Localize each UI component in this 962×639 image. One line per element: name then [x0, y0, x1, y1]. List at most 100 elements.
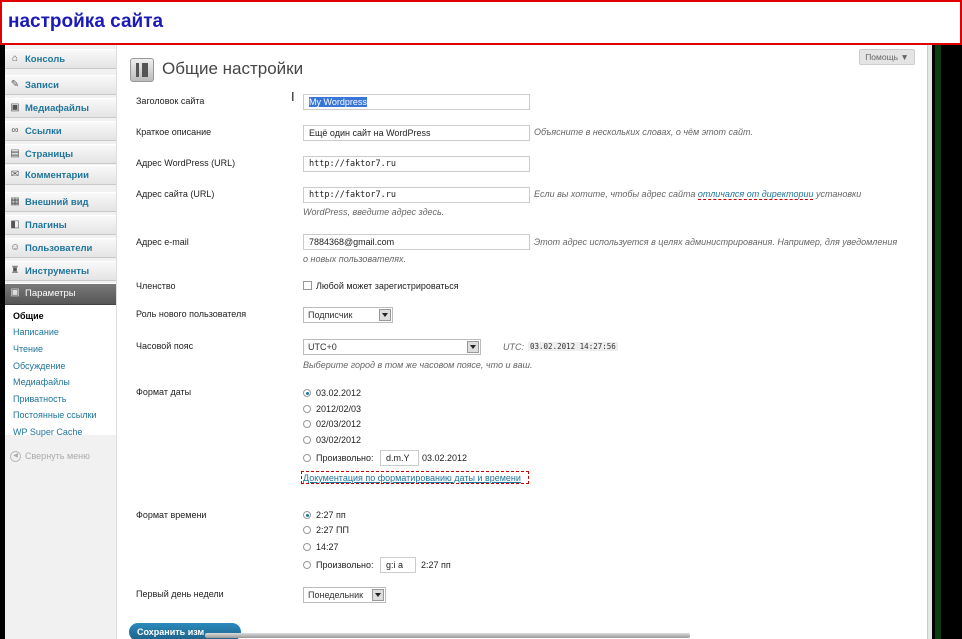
default-role-select[interactable]: Подписчик	[303, 307, 393, 323]
email-input[interactable]: 7884368@gmail.com	[303, 234, 530, 250]
sidebar-item-label: Ссылки	[25, 126, 62, 137]
sidebar-item-appearance[interactable]: ▦ Внешний вид	[5, 192, 116, 212]
sidebar-item-label: Консоль	[25, 54, 66, 65]
date-format-radio-3[interactable]	[303, 420, 311, 428]
date-format-custom-label: Произвольно:	[316, 453, 374, 463]
sidebar-item-label: Пользователи	[25, 243, 93, 254]
sidebar-item-media[interactable]: ▣ Медиафайлы	[5, 98, 116, 118]
time-format-option-2: 2:27 ПП	[316, 525, 349, 535]
date-format-option-2: 2012/02/03	[316, 404, 362, 414]
help-button[interactable]: Помощь ▼	[859, 49, 915, 65]
tagline-input[interactable]: Ещё один сайт на WordPress	[303, 125, 530, 141]
sidebar-item-label: Комментарии	[25, 170, 89, 181]
site-title-label: Заголовок сайта	[136, 96, 205, 106]
time-format-custom-label: Произвольно:	[316, 560, 374, 570]
sidebar-item-label: Страницы	[25, 149, 74, 160]
settings-icon: ▣	[10, 287, 20, 298]
date-format-option-3: 02/03/2012	[316, 419, 362, 429]
comment-icon: ✉	[10, 169, 20, 180]
timezone-description: Выберите город в том же часовом поясе, ч…	[303, 360, 533, 370]
timezone-select[interactable]: UTC+0	[303, 339, 481, 355]
submenu-permalinks[interactable]: Постоянные ссылки	[13, 410, 96, 420]
submenu-reading[interactable]: Чтение	[13, 344, 43, 354]
date-format-radio-custom[interactable]	[303, 454, 311, 462]
sidebar-item-label: Инструменты	[25, 266, 90, 277]
page-title: Общие настройки	[162, 59, 304, 78]
time-format-option-3: 14:27	[316, 542, 339, 552]
membership-checkbox[interactable]	[303, 281, 312, 290]
site-url-desc-part1: Если вы хотите, чтобы адрес сайта	[534, 189, 696, 199]
sidebar-item-label: Внешний вид	[25, 197, 89, 208]
time-format-custom-input[interactable]: g:i a	[380, 557, 416, 573]
banner-title: настройка сайта	[8, 11, 164, 32]
appearance-icon: ▦	[10, 196, 20, 207]
site-url-desc-part2: установки	[816, 189, 862, 199]
admin-sidebar: ⌂ Консоль ✎ Записи ▣ Медиафайлы ∞ Ссылки ▤ Ст…	[5, 45, 117, 639]
time-format-radio-3[interactable]	[303, 543, 311, 551]
time-format-custom-preview: 2:27 пп	[421, 560, 451, 570]
page-icon: ▤	[10, 148, 20, 159]
site-url-input[interactable]: http://faktor7.ru	[303, 187, 530, 203]
sidebar-item-tools[interactable]: ♜ Инструменты	[5, 261, 116, 281]
submenu-media[interactable]: Медиафайлы	[13, 377, 70, 387]
sidebar-item-pages[interactable]: ▤ Страницы	[5, 144, 116, 164]
wp-admin-screen: ⌂ Консоль ✎ Записи ▣ Медиафайлы ∞ Ссылки ▤ Ст…	[5, 45, 932, 639]
submenu-privacy[interactable]: Приватность	[13, 394, 66, 404]
date-format-radio-4[interactable]	[303, 436, 311, 444]
collapse-menu-label: Свернуть меню	[25, 451, 90, 461]
utc-time: 03.02.2012 14:27:56	[528, 342, 618, 351]
timezone-label: Часовой пояс	[136, 341, 194, 351]
membership-checkbox-label: Любой может зарегистрироваться	[316, 281, 459, 291]
pin-icon: ✎	[10, 79, 20, 90]
week-start-label: Первый день недели	[136, 589, 224, 599]
wp-url-label: Адрес WordPress (URL)	[136, 158, 236, 168]
tools-icon: ♜	[10, 265, 20, 276]
time-format-radio-1[interactable]	[303, 511, 311, 519]
horizontal-scrollbar[interactable]	[205, 633, 690, 638]
submenu-discussion[interactable]: Обсуждение	[13, 361, 65, 371]
sidebar-item-plugins[interactable]: ◧ Плагины	[5, 215, 116, 235]
week-start-select[interactable]: Понедельник	[303, 587, 386, 603]
date-format-radio-2[interactable]	[303, 405, 311, 413]
sidebar-item-links[interactable]: ∞ Ссылки	[5, 121, 116, 141]
time-format-radio-custom[interactable]	[303, 561, 311, 569]
time-format-radio-2[interactable]	[303, 526, 311, 534]
site-url-description-line2: WordPress, введите адрес здесь.	[303, 207, 445, 217]
sidebar-item-posts[interactable]: ✎ Записи	[5, 75, 116, 95]
submenu-writing[interactable]: Написание	[13, 327, 59, 337]
sidebar-item-comments[interactable]: ✉ Комментарии	[5, 165, 116, 185]
sidebar-item-label: Медиафайлы	[25, 103, 89, 114]
date-time-docs-link[interactable]: Документация по форматированию даты и вр…	[303, 473, 521, 483]
text-cursor-icon: I	[291, 89, 295, 104]
date-format-custom-input[interactable]: d.m.Y	[380, 450, 419, 466]
plugin-icon: ◧	[10, 219, 20, 230]
wp-url-input[interactable]: http://faktor7.ru	[303, 156, 530, 172]
sidebar-item-label: Записи	[25, 80, 59, 91]
chevron-down-icon	[379, 309, 391, 321]
window-edge-accent	[935, 45, 941, 639]
time-format-label: Формат времени	[136, 510, 207, 520]
membership-label: Членство	[136, 281, 176, 291]
collapse-menu[interactable]: ◀ Свернуть меню	[10, 451, 90, 463]
date-format-custom-preview: 03.02.2012	[422, 453, 468, 463]
banner: настройка сайта	[0, 0, 962, 45]
link-icon: ∞	[11, 125, 19, 136]
sidebar-item-users[interactable]: ☺ Пользователи	[5, 238, 116, 258]
submenu-general[interactable]: Общие	[13, 311, 44, 321]
settings-page-icon	[130, 58, 154, 82]
site-url-desc-link[interactable]: отличался от директории	[697, 189, 814, 200]
email-label: Адрес e-mail	[136, 237, 189, 247]
site-title-input[interactable]: My Wordpress	[303, 94, 530, 110]
sidebar-item-console[interactable]: ⌂ Консоль	[5, 49, 116, 69]
date-format-option-4: 03/02/2012	[316, 435, 362, 445]
chevron-down-icon	[372, 589, 384, 601]
home-icon: ⌂	[11, 53, 19, 64]
submenu-wp-super-cache[interactable]: WP Super Cache	[13, 427, 82, 437]
tagline-description: Объясните в нескольких словах, о чём это…	[534, 127, 753, 137]
date-format-radio-1[interactable]	[303, 389, 311, 397]
email-description: Этот адрес используется в целях админист…	[534, 237, 898, 247]
chevron-down-icon	[467, 341, 479, 353]
timezone-value: UTC+0	[308, 342, 337, 352]
media-icon: ▣	[10, 102, 20, 113]
sidebar-item-settings[interactable]: ▣ Параметры	[5, 283, 116, 305]
